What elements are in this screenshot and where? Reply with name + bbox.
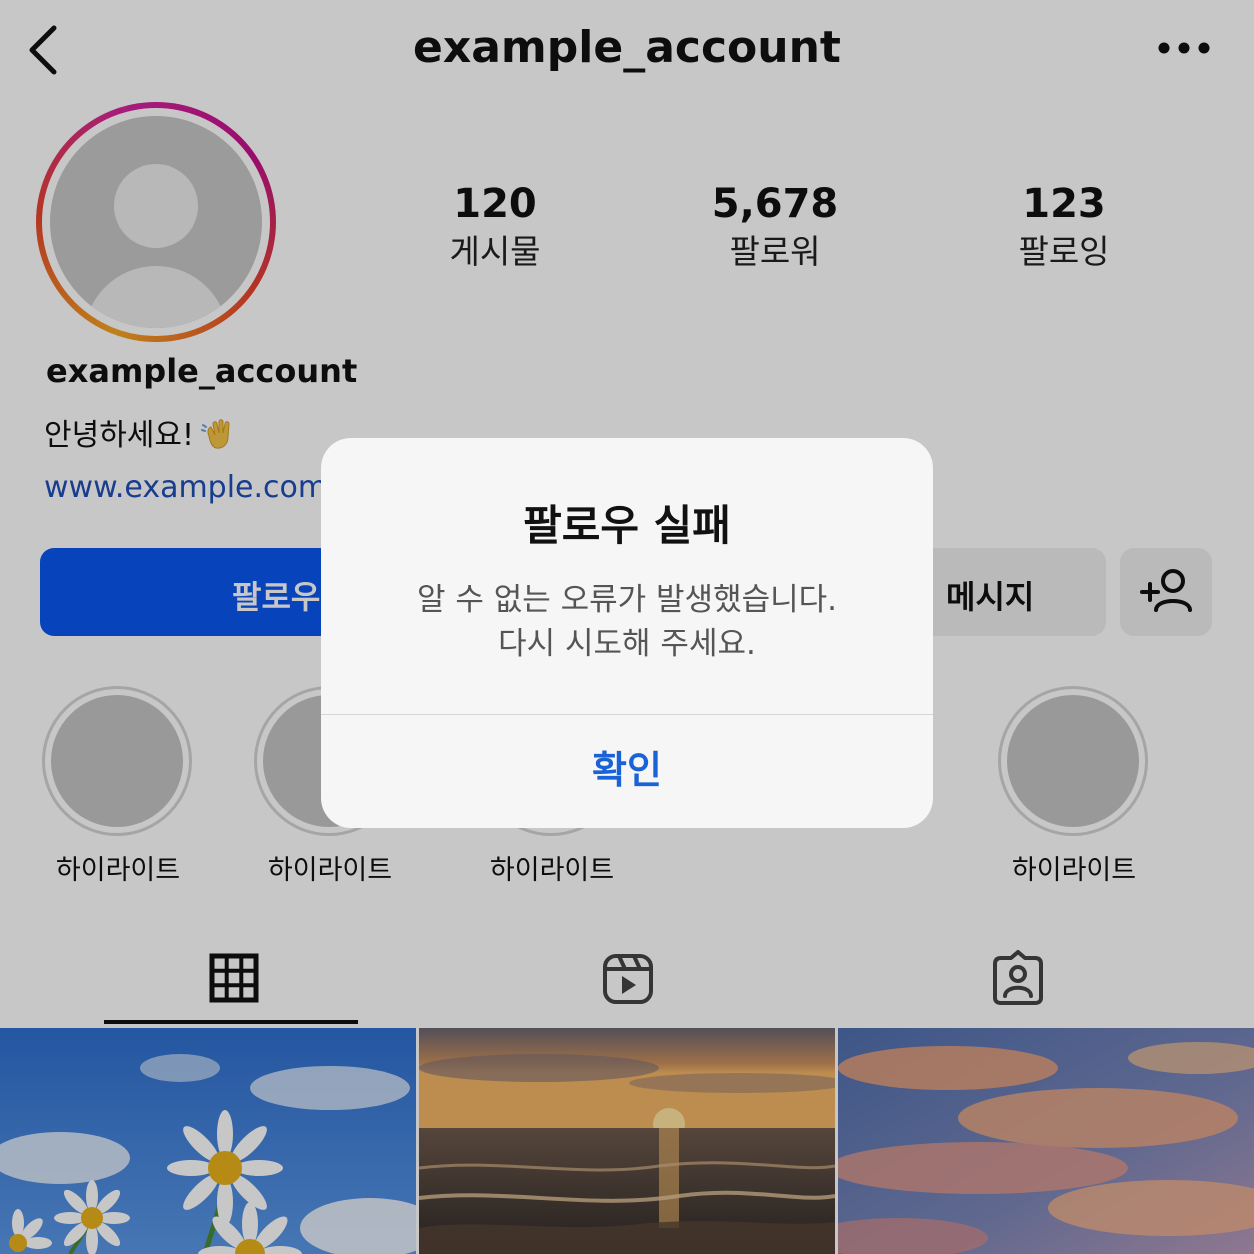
dialog-title: 팔로우 실패 [523, 501, 731, 550]
dialog-message: 알 수 없는 오류가 발생했습니다. 다시 시도해 주세요. [321, 578, 933, 666]
dialog-message-line-1: 알 수 없는 오류가 발생했습니다. [416, 582, 838, 618]
confirm-button[interactable]: 확인 [321, 715, 933, 828]
dialog-message-line-2: 다시 시도해 주세요. [498, 626, 756, 662]
follow-error-dialog: 팔로우 실패 알 수 없는 오류가 발생했습니다. 다시 시도해 주세요. 확인 [321, 438, 933, 828]
profile-page: example_account 120 게시물 5,678 팔로워 123 팔로… [0, 0, 1254, 1254]
